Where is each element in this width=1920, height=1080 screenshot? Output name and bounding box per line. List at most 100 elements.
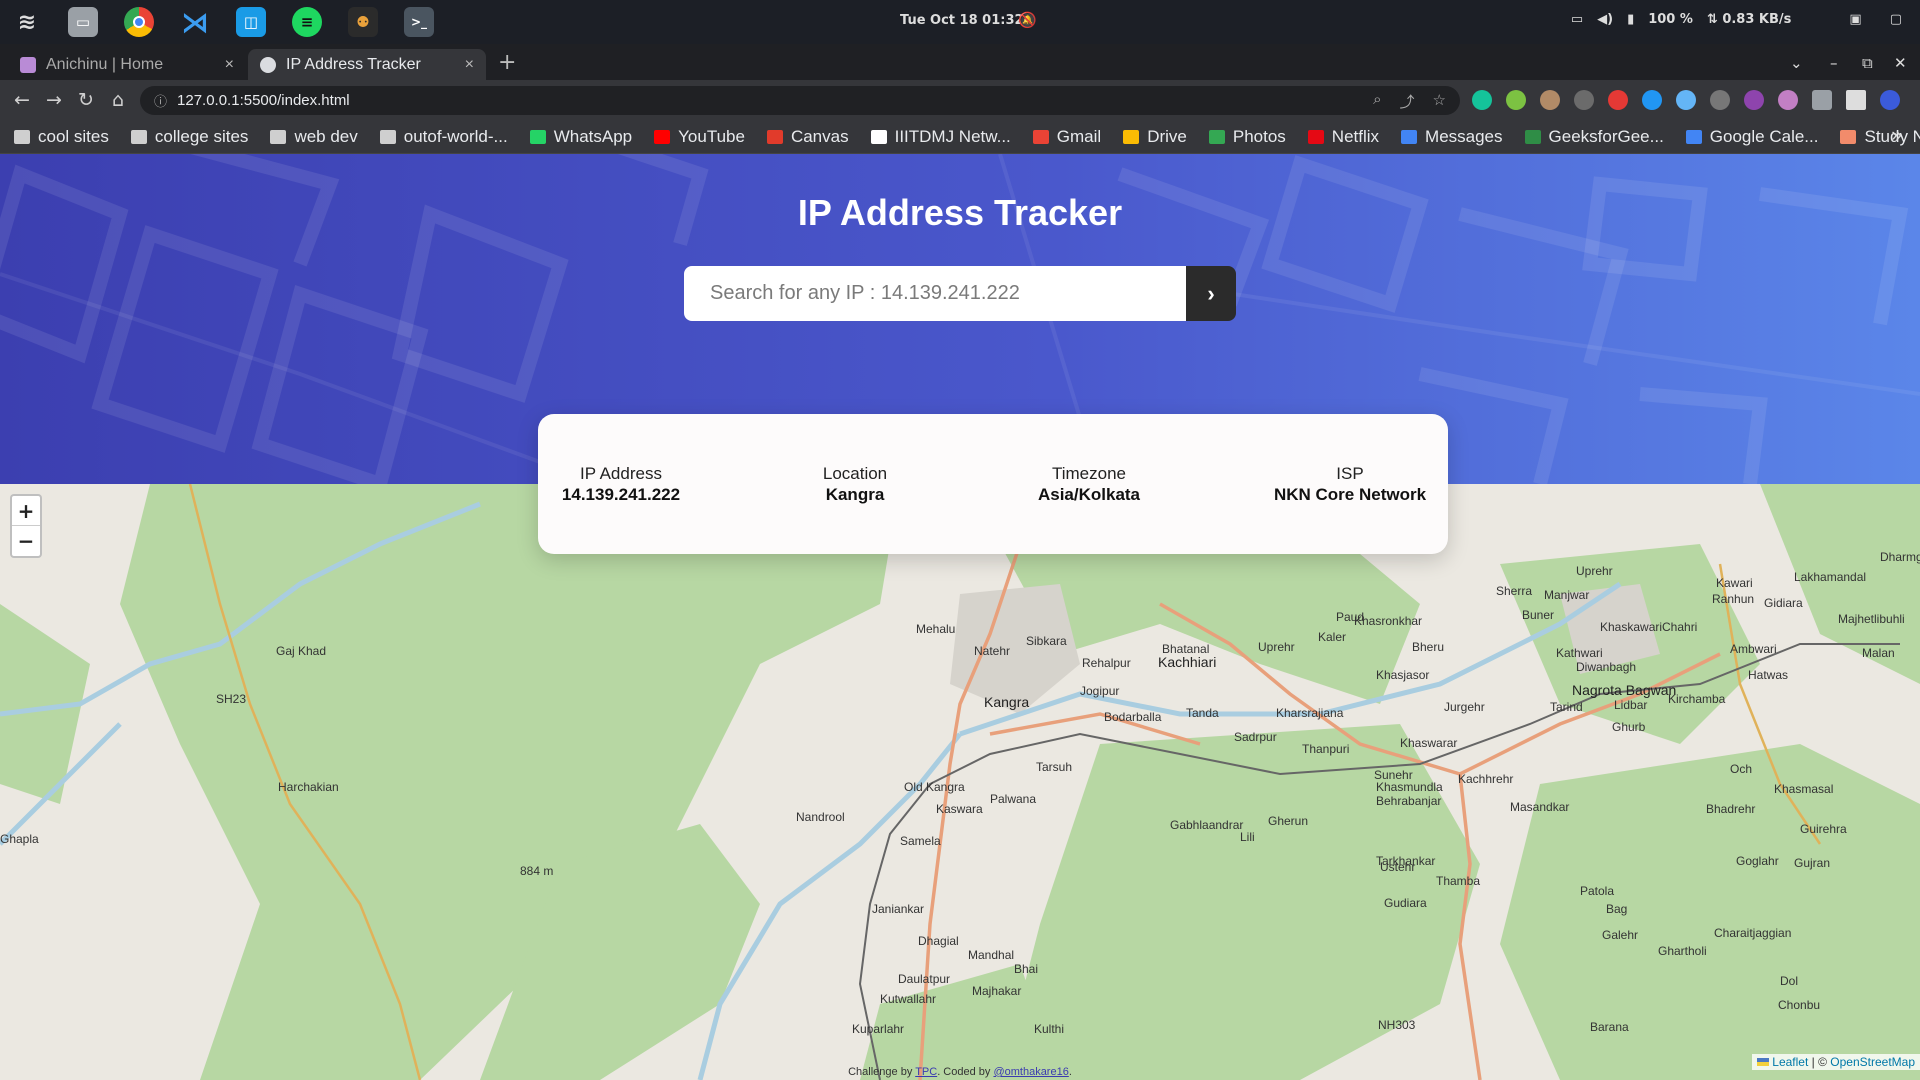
bookmark-item[interactable]: Canvas xyxy=(766,127,849,147)
shield-extension-icon[interactable] xyxy=(1744,90,1764,110)
messages-icon xyxy=(1401,129,1418,144)
zoom-icon[interactable]: ⌕ xyxy=(1373,91,1381,112)
bookmark-item[interactable]: Netflix xyxy=(1307,127,1379,147)
os-top-bar: ≋ ▭ ⋊ ◫ ≡ ⚉ >_ Tue Oct 18 01:32 🔕 ▭ ◀) ▮… xyxy=(0,0,1920,44)
osm-link[interactable]: OpenStreetMap xyxy=(1830,1055,1915,1069)
vscode-icon[interactable]: ⋊ xyxy=(180,6,210,39)
tab-ip-tracker[interactable]: IP Address Tracker × xyxy=(248,49,486,80)
pin-extension-icon[interactable] xyxy=(1642,90,1662,110)
more-bookmarks-icon[interactable]: » xyxy=(1891,125,1902,147)
forward-icon[interactable]: → xyxy=(38,89,70,111)
map-attribution: Leaflet | © OpenStreetMap xyxy=(1752,1054,1920,1070)
bookmark-item[interactable]: IIITDMJ Netw... xyxy=(870,126,1011,147)
bookmark-item[interactable]: Photos xyxy=(1208,126,1286,147)
map-place-label: Mehalu xyxy=(916,622,956,636)
bookmark-item[interactable]: college sites xyxy=(130,126,249,147)
map-place-label: Khasmundla xyxy=(1376,780,1443,794)
terminal-icon[interactable]: >_ xyxy=(404,7,434,37)
site-info-icon[interactable]: ⓘ xyxy=(154,91,167,110)
system-tray[interactable]: ▭ ◀) ▮ 100 % ⇅ 0.83 KB/s ▣ ▢ xyxy=(1571,12,1902,27)
side-panel-icon[interactable] xyxy=(1846,90,1866,110)
close-window-icon[interactable]: ✕ xyxy=(1894,54,1907,72)
map-place-label: Khasmasal xyxy=(1774,782,1834,796)
cookie-extension-icon[interactable] xyxy=(1540,90,1560,110)
pen-extension-icon[interactable] xyxy=(1574,90,1594,110)
folder-icon xyxy=(270,129,287,144)
extensions-bar: ⋮ xyxy=(1472,90,1920,110)
battery-icon: ▮ xyxy=(1627,12,1635,27)
map-place-label: Kaswara xyxy=(936,802,983,816)
bookmark-item[interactable]: Gmail xyxy=(1032,127,1101,147)
compass-extension-icon[interactable] xyxy=(1676,90,1696,110)
map-place-label: Uprehr xyxy=(1576,564,1613,578)
zoom-in-button[interactable]: + xyxy=(12,496,40,526)
map-place-label: Tarsuh xyxy=(1036,760,1073,774)
tab-search-icon[interactable]: ⌄ xyxy=(1790,54,1803,72)
new-tab-button[interactable]: + xyxy=(498,50,516,75)
red-extension-icon[interactable] xyxy=(1608,90,1628,110)
bookmark-item[interactable]: cool sites xyxy=(14,127,109,147)
stat-isp: ISP NKN Core Network xyxy=(1270,464,1430,505)
bookmark-item[interactable]: Messages xyxy=(1401,126,1503,147)
network-speed: ⇅ 0.83 KB/s xyxy=(1706,12,1792,27)
bookmark-label: GeeksforGee... xyxy=(1548,126,1664,146)
search-submit-button[interactable]: › xyxy=(1186,266,1236,321)
puzzle-icon[interactable] xyxy=(1812,90,1832,110)
minimize-icon[interactable]: – xyxy=(1830,54,1838,72)
menu-kebab-icon[interactable]: ⋮ xyxy=(1914,90,1920,110)
restore-icon[interactable]: ⧉ xyxy=(1862,54,1873,72)
bookmark-item[interactable]: GeeksforGee... xyxy=(1524,126,1664,147)
zorin-menu-icon[interactable]: ≋ xyxy=(12,7,42,37)
bookmark-item[interactable]: Drive xyxy=(1123,127,1187,147)
files-icon[interactable]: ▭ xyxy=(68,7,98,37)
map-place-label: Ambwari xyxy=(1730,642,1777,656)
bookmark-star-icon[interactable]: ☆ xyxy=(1433,91,1446,112)
map-place-label: Kirchamba xyxy=(1668,692,1726,706)
close-tab-icon[interactable]: × xyxy=(465,56,474,74)
bookmark-label: college sites xyxy=(154,126,249,146)
back-icon[interactable]: ← xyxy=(6,89,38,111)
bookmark-item[interactable]: YouTube xyxy=(654,127,745,147)
map-place-label: Uprehr xyxy=(1258,640,1295,654)
ip-search-input[interactable] xyxy=(684,266,1186,321)
reload-icon[interactable]: ↻ xyxy=(70,89,102,111)
anime-extension-icon[interactable] xyxy=(1778,90,1798,110)
notes-icon xyxy=(1840,129,1857,144)
plus-extension-icon[interactable] xyxy=(1506,90,1526,110)
notifications-muted-icon[interactable]: 🔕 xyxy=(1018,11,1037,29)
address-bar[interactable]: ⓘ 127.0.0.1:5500/index.html ⌕ ⤴ ☆ xyxy=(140,86,1460,115)
bookmark-item[interactable]: Google Cale... xyxy=(1685,127,1818,147)
close-tab-icon[interactable]: × xyxy=(225,56,234,74)
map-place-label: Masandkar xyxy=(1510,800,1570,814)
bookmark-item[interactable]: WhatsApp xyxy=(529,127,632,147)
map-place-label: Lakhamandal xyxy=(1794,570,1867,584)
share-icon[interactable]: ⤴ xyxy=(1400,91,1415,112)
map-place-label: Kharsrajiana xyxy=(1276,706,1344,720)
bookmark-item[interactable]: outof-world-... xyxy=(379,127,508,147)
stat-label: Timezone xyxy=(1051,464,1126,483)
leaflet-link[interactable]: Leaflet xyxy=(1772,1055,1808,1069)
credit-link-tpc[interactable]: TPC xyxy=(915,1066,937,1078)
clock[interactable]: Tue Oct 18 01:32 xyxy=(900,13,1024,28)
store-icon[interactable]: ◫ xyxy=(236,7,266,37)
map-place-label: Majhetlibuhli xyxy=(1838,612,1905,626)
home-icon[interactable]: ⌂ xyxy=(102,89,134,111)
map-place-label: Natehr xyxy=(974,644,1011,658)
bookmark-label: Messages xyxy=(1425,126,1503,146)
credit-link-author[interactable]: @omthakare16 xyxy=(993,1066,1068,1078)
bookmark-item[interactable]: web dev xyxy=(270,127,358,147)
spotify-icon[interactable]: ≡ xyxy=(292,7,322,37)
bookmark-item[interactable]: Study Notes xyxy=(1840,127,1920,147)
map-place-label: Khaskawari xyxy=(1600,620,1663,634)
map-place-label: Lili xyxy=(1240,830,1255,844)
bulb-extension-icon[interactable] xyxy=(1710,90,1730,110)
bookmark-label: Photos xyxy=(1232,126,1286,146)
chrome-icon[interactable] xyxy=(124,7,154,37)
hacker-app-icon[interactable]: ⚉ xyxy=(348,7,378,37)
leaflet-map[interactable]: + − Kangra Kachhiari Nagrota Bagwan Old Kan… xyxy=(0,484,1920,1080)
zoom-out-button[interactable]: − xyxy=(12,526,40,556)
grammarly-icon[interactable] xyxy=(1472,90,1492,110)
tab-anichinu[interactable]: Anichinu | Home × xyxy=(8,49,246,80)
bookmark-label: IIITDMJ Netw... xyxy=(894,126,1011,146)
profile-avatar[interactable] xyxy=(1880,90,1900,110)
